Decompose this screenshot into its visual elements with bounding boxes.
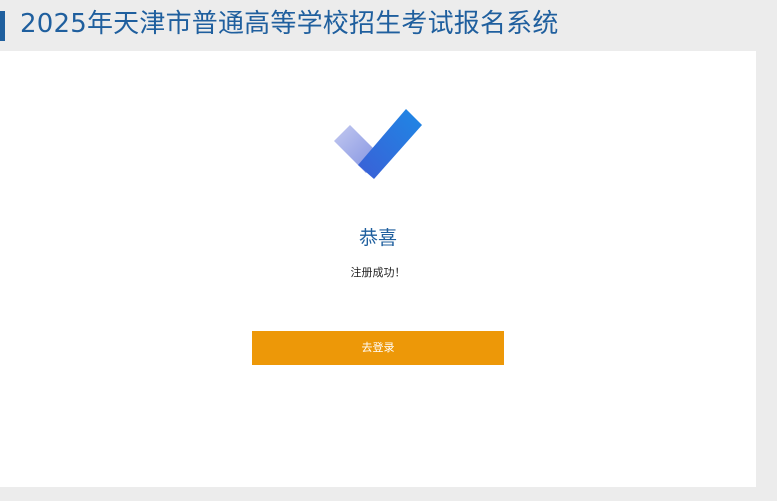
- page-title: 2025年天津市普通高等学校招生考试报名系统: [20, 9, 559, 39]
- go-login-button[interactable]: 去登录: [252, 331, 504, 365]
- success-heading: 恭喜: [358, 227, 397, 249]
- check-mark-icon: [334, 109, 422, 179]
- success-message: 注册成功！: [350, 266, 406, 279]
- page-header: 2025年天津市普通高等学校招生考试报名系统: [0, 0, 777, 50]
- success-panel: 恭喜 注册成功！ 去登录: [0, 51, 756, 487]
- header-accent-bar: [0, 11, 5, 41]
